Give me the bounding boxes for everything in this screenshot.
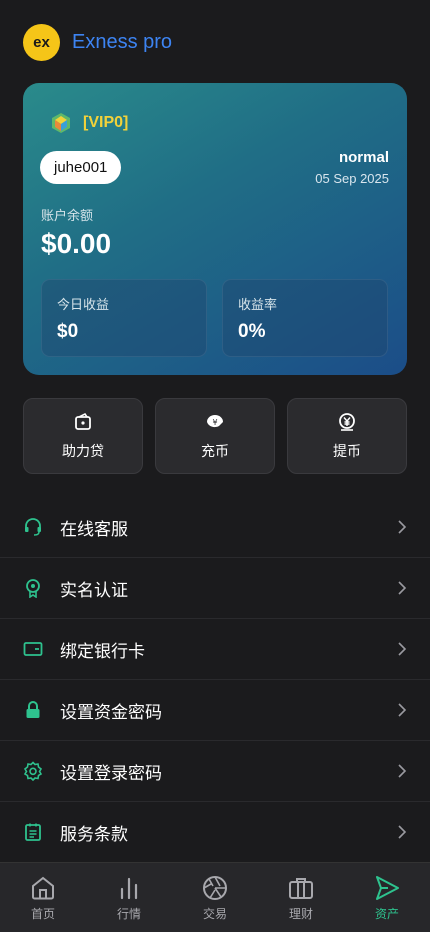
withdraw-icon	[339, 412, 355, 431]
deposit-icon: ¥	[207, 414, 223, 427]
bottom-tab-bar: 首页 行情 交易 理财 资产	[0, 862, 430, 932]
chart-icon	[120, 877, 138, 899]
menu-item-identity-verification[interactable]: 实名认证	[0, 558, 430, 619]
tab-label: 行情	[116, 906, 141, 921]
tab-assets[interactable]: 资产	[344, 863, 430, 932]
balance-value: $0.00	[41, 228, 112, 259]
action-label: 充币	[201, 443, 229, 460]
chevron-right-icon	[398, 703, 407, 717]
app-title: Exness pro	[72, 30, 173, 53]
chevron-right-icon	[398, 520, 407, 534]
deposit-button[interactable]: ¥ 充币	[155, 398, 275, 474]
chevron-right-icon	[398, 764, 407, 778]
home-icon	[32, 876, 54, 899]
loan-button[interactable]: 助力贷	[23, 398, 143, 474]
settings-menu: 在线客服 实名认证 绑定银行卡 设置资金密码 设置登录密码 服务条款	[0, 497, 430, 863]
aperture-icon	[203, 875, 227, 900]
balance-label: 账户余额	[41, 209, 94, 224]
gear-icon	[23, 761, 43, 781]
stat-today-earnings: 今日收益 $0	[41, 279, 207, 357]
wallet-icon	[75, 412, 91, 430]
account-card: [VIP0] juhe001 normal 05 Sep 2025 账户余额 $…	[23, 83, 407, 375]
menu-item-terms-of-service[interactable]: 服务条款	[0, 802, 430, 863]
action-label: 助力贷	[62, 443, 104, 460]
menu-label: 在线客服	[60, 519, 128, 540]
stat-label: 今日收益	[57, 298, 110, 313]
username-pill: juhe001	[40, 151, 122, 184]
menu-label: 实名认证	[60, 580, 128, 601]
lock-icon	[26, 701, 40, 718]
app-logo: ex	[23, 23, 60, 61]
menu-item-fund-password[interactable]: 设置资金密码	[0, 680, 430, 741]
menu-label: 设置资金密码	[60, 702, 162, 723]
tab-label: 资产	[374, 906, 399, 921]
tab-label: 首页	[30, 906, 55, 921]
action-label: 提币	[333, 443, 361, 460]
svg-text:¥: ¥	[212, 418, 217, 427]
stat-value: $0	[57, 321, 79, 342]
tab-trade[interactable]: 交易	[172, 863, 258, 932]
withdraw-button[interactable]: 提币	[287, 398, 407, 474]
menu-item-login-password[interactable]: 设置登录密码	[0, 741, 430, 802]
account-level: normal	[338, 149, 389, 166]
vip-label: [VIP0]	[83, 114, 129, 131]
tab-market[interactable]: 行情	[86, 863, 172, 932]
vip-gem-icon	[52, 113, 70, 133]
briefcase-icon	[289, 877, 313, 899]
card-icon	[23, 642, 43, 656]
headset-icon	[25, 518, 41, 536]
account-date: 05 Sep 2025	[315, 171, 389, 186]
stat-label: 收益率	[238, 298, 278, 313]
badge-icon	[26, 579, 40, 598]
quick-actions: 助力贷 ¥ 充币 提币	[23, 398, 407, 474]
vip-row: [VIP0]	[49, 111, 128, 135]
menu-label: 绑定银行卡	[60, 641, 145, 662]
app-header: ex Exness pro	[0, 0, 430, 84]
document-icon	[25, 823, 41, 841]
chevron-right-icon	[398, 825, 407, 839]
menu-item-customer-service[interactable]: 在线客服	[0, 497, 430, 558]
chevron-right-icon	[398, 581, 407, 595]
stat-yield-rate: 收益率 0%	[222, 279, 388, 357]
menu-label: 服务条款	[60, 824, 128, 845]
tab-wealth[interactable]: 理财	[258, 863, 344, 932]
tab-label: 理财	[288, 906, 313, 921]
stat-value: 0%	[238, 321, 266, 342]
chevron-right-icon	[398, 642, 407, 656]
tab-label: 交易	[202, 906, 227, 921]
menu-item-bind-bank-card[interactable]: 绑定银行卡	[0, 619, 430, 680]
tab-home[interactable]: 首页	[0, 863, 86, 932]
send-icon	[376, 875, 399, 900]
menu-label: 设置登录密码	[60, 763, 162, 784]
